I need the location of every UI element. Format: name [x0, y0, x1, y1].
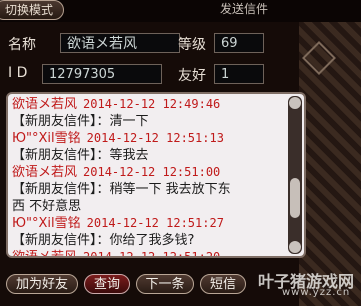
message-header: Ю"°Xil雪铭 2014-12-12 12:51:27	[12, 215, 284, 232]
message-time: 2014-12-12 12:51:00	[83, 165, 221, 179]
site-watermark: 叶子猪游戏网 www.yzz.cn	[258, 268, 358, 304]
message-header: Ю"°Xil雪铭 2014-12-12 12:51:13	[12, 130, 284, 147]
message-time: 2014-12-12 12:49:46	[83, 97, 221, 111]
message-time: 2014-12-12 12:51:13	[86, 131, 224, 145]
message-log[interactable]: 欲语メ若风 2014-12-12 12:49:46 【新朋友信件】：清一下 Ю"°Xi…	[6, 92, 306, 258]
send-letter-tab[interactable]: 发送信件	[210, 0, 278, 18]
next-message-button[interactable]: 下一条	[136, 274, 194, 294]
message-body: 【新朋友信件】：稍等一下 我去放下东	[12, 182, 231, 197]
scroll-down-icon[interactable]	[289, 241, 301, 253]
watermark-url: www.yzz.cn	[282, 287, 351, 298]
chat-message: 欲语メ若风 2014-12-12 12:51:00 【新朋友信件】：稍等一下 我去放…	[12, 164, 284, 215]
id-label: I D	[8, 65, 28, 81]
friendship-label: 友好	[178, 68, 206, 84]
message-body: 【新朋友信件】：你给了我多钱?	[12, 233, 195, 248]
chat-message: 欲语メ若风 2014-12-12 12:49:46 【新朋友信件】：清一下	[12, 96, 284, 130]
name-field: 欲语メ若风	[60, 33, 180, 53]
chat-message: Ю"°Xil雪铭 2014-12-12 12:51:13 【新朋友信件】：等我去	[12, 130, 284, 164]
message-sender: 欲语メ若风	[12, 165, 78, 180]
level-field: 69	[214, 33, 264, 53]
scroll-thumb[interactable]	[290, 178, 300, 218]
message-sender: 欲语メ若风	[12, 250, 78, 258]
sms-button[interactable]: 短信	[200, 274, 246, 294]
message-time: 2014-12-12 12:51:27	[86, 216, 224, 230]
message-header: 欲语メ若风 2014-12-12 12:51:20	[12, 249, 284, 258]
level-label: 等级	[178, 37, 206, 53]
add-friend-button[interactable]: 加为好友	[6, 274, 78, 294]
message-list: 欲语メ若风 2014-12-12 12:49:46 【新朋友信件】：清一下 Ю"°Xi…	[12, 96, 284, 258]
message-body: 【新朋友信件】：等我去	[12, 148, 149, 163]
chat-message: Ю"°Xil雪铭 2014-12-12 12:51:27 【新朋友信件】：你给了我多…	[12, 215, 284, 249]
query-button[interactable]: 查询	[84, 274, 130, 294]
message-sender: Ю"°Xil雪铭	[12, 216, 81, 231]
message-body: 【新朋友信件】：清一下	[12, 114, 149, 129]
message-header: 欲语メ若风 2014-12-12 12:51:00	[12, 164, 284, 181]
switch-mode-button[interactable]: 切换模式	[0, 0, 65, 20]
chat-message: 欲语メ若风 2014-12-12 12:51:20	[12, 249, 284, 258]
name-label: 名称	[8, 37, 36, 53]
friendship-field: 1	[214, 64, 264, 84]
message-sender: 欲语メ若风	[12, 97, 78, 112]
id-field: 12797305	[42, 64, 162, 84]
message-time: 2014-12-12 12:51:20	[83, 250, 221, 258]
message-scrollbar[interactable]	[288, 96, 302, 254]
decorative-border	[299, 0, 361, 306]
scroll-up-icon[interactable]	[289, 97, 301, 109]
message-sender: Ю"°Xil雪铭	[12, 131, 81, 146]
message-header: 欲语メ若风 2014-12-12 12:49:46	[12, 96, 284, 113]
title-bar: 切换模式 发送信件	[0, 0, 361, 22]
message-body: 西 不好意思	[12, 199, 82, 214]
